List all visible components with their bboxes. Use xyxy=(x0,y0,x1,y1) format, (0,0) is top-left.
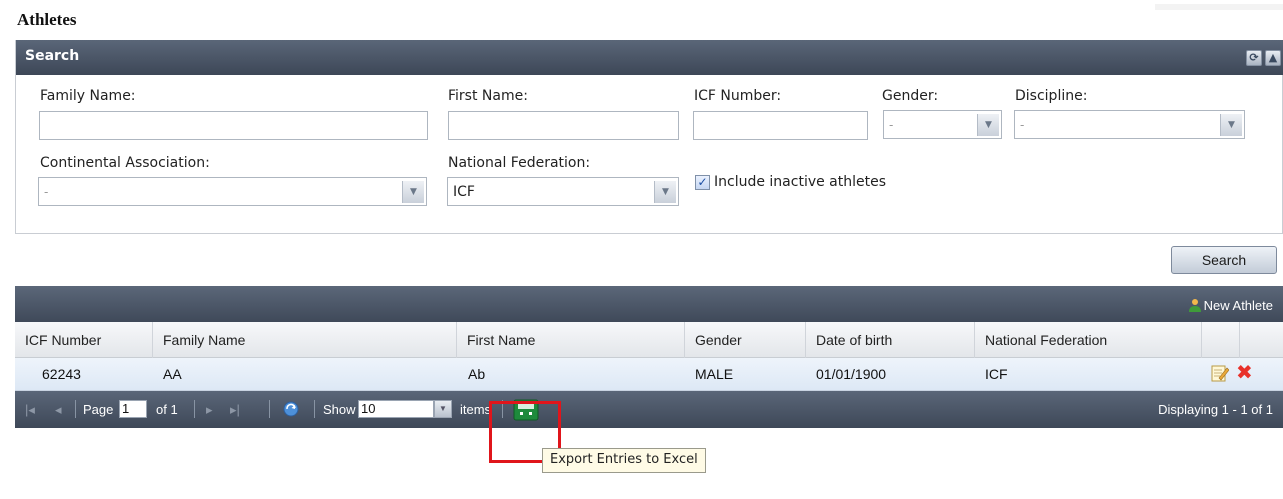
displaying-status: Displaying 1 - 1 of 1 xyxy=(1158,402,1273,417)
national-federation-value: ICF xyxy=(453,184,475,200)
national-federation-select[interactable]: ICF ▼ xyxy=(447,177,679,206)
page-label: Page xyxy=(83,402,114,417)
page-title: Athletes xyxy=(17,10,77,29)
grid-toolbar: New Athlete xyxy=(15,286,1283,322)
refresh-icon[interactable] xyxy=(282,400,300,418)
search-panel-header: Search ⟳ ▲ xyxy=(16,40,1283,75)
column-header-gender[interactable]: Gender xyxy=(685,322,806,358)
continental-association-select[interactable]: - ▼ xyxy=(38,177,427,206)
chevron-down-icon[interactable]: ▼ xyxy=(1220,114,1242,136)
show-label: Show xyxy=(323,402,356,417)
national-federation-label: National Federation: xyxy=(448,155,591,171)
search-panel: Search ⟳ ▲ Family Name: First Name: ICF … xyxy=(15,40,1283,234)
table-row[interactable]: 62243 AA Ab MALE 01/01/1900 ICF ✖ xyxy=(15,358,1283,391)
column-header-family-name[interactable]: Family Name xyxy=(153,322,457,358)
icf-number-label: ICF Number: xyxy=(694,88,782,104)
column-header-edit xyxy=(1202,322,1240,358)
pager-separator xyxy=(75,400,76,418)
delete-icon[interactable]: ✖ xyxy=(1236,362,1253,382)
export-tooltip: Export Entries to Excel xyxy=(542,448,706,473)
continental-association-label: Continental Association: xyxy=(40,155,210,171)
pager-separator xyxy=(194,400,195,418)
cell-family-name: AA xyxy=(163,366,182,382)
discipline-value: - xyxy=(1020,118,1025,132)
cell-national-federation: ICF xyxy=(985,366,1008,382)
gender-label: Gender: xyxy=(882,88,939,104)
first-name-input[interactable] xyxy=(448,111,679,140)
cell-date-of-birth: 01/01/1900 xyxy=(816,366,887,382)
pager-separator xyxy=(314,400,315,418)
search-panel-title: Search xyxy=(25,48,80,64)
new-athlete-label: New Athlete xyxy=(1203,298,1273,313)
first-name-label: First Name: xyxy=(448,88,528,104)
include-inactive-label: Include inactive athletes xyxy=(714,174,887,190)
cell-icf-number: 62243 xyxy=(42,366,81,382)
continental-association-value: - xyxy=(44,185,49,199)
top-right-strip xyxy=(1155,4,1283,10)
chevron-down-icon[interactable]: ▼ xyxy=(434,400,452,418)
new-athlete-button[interactable]: New Athlete xyxy=(1188,296,1273,313)
column-header-national-federation[interactable]: National Federation xyxy=(975,322,1202,358)
chevron-down-icon[interactable]: ▼ xyxy=(654,181,676,203)
edit-icon[interactable] xyxy=(1211,363,1229,383)
family-name-input[interactable] xyxy=(39,111,428,140)
page-count: of 1 xyxy=(156,402,178,417)
gender-select[interactable]: - ▼ xyxy=(883,110,1002,139)
items-label: items xyxy=(460,402,492,417)
icf-number-input[interactable] xyxy=(693,111,868,140)
collapse-panel-icon[interactable]: ▲ xyxy=(1265,50,1281,66)
grid-column-headers: ICF Number Family Name First Name Gender… xyxy=(15,322,1283,358)
last-page-icon[interactable]: ▸| xyxy=(230,402,240,418)
pager-toolbar: |◂ ◂ Page 1 of 1 ▸ ▸| Show 10 ▼ items Di… xyxy=(15,391,1283,428)
first-page-icon[interactable]: |◂ xyxy=(25,402,35,418)
previous-page-icon[interactable]: ◂ xyxy=(55,402,62,418)
refresh-panel-icon[interactable]: ⟳ xyxy=(1246,50,1262,66)
cell-first-name: Ab xyxy=(468,366,486,382)
chevron-down-icon[interactable]: ▼ xyxy=(977,114,999,136)
cell-gender: MALE xyxy=(695,366,734,382)
gender-value: - xyxy=(889,118,894,132)
pager-separator xyxy=(269,400,270,418)
page-size-input[interactable]: 10 xyxy=(358,400,434,418)
column-header-first-name[interactable]: First Name xyxy=(457,322,685,358)
chevron-down-icon[interactable]: ▼ xyxy=(402,181,424,203)
column-header-icf-number[interactable]: ICF Number xyxy=(15,322,153,358)
page-number-input[interactable]: 1 xyxy=(119,400,147,418)
column-header-date-of-birth[interactable]: Date of birth xyxy=(806,322,975,358)
include-inactive-checkbox[interactable]: ✓ xyxy=(695,175,710,190)
column-header-delete xyxy=(1240,322,1283,358)
next-page-icon[interactable]: ▸ xyxy=(206,402,213,418)
discipline-select[interactable]: - ▼ xyxy=(1014,110,1245,139)
person-add-icon xyxy=(1188,299,1201,312)
search-button[interactable]: Search xyxy=(1171,246,1277,274)
family-name-label: Family Name: xyxy=(40,88,136,104)
discipline-label: Discipline: xyxy=(1015,88,1088,104)
